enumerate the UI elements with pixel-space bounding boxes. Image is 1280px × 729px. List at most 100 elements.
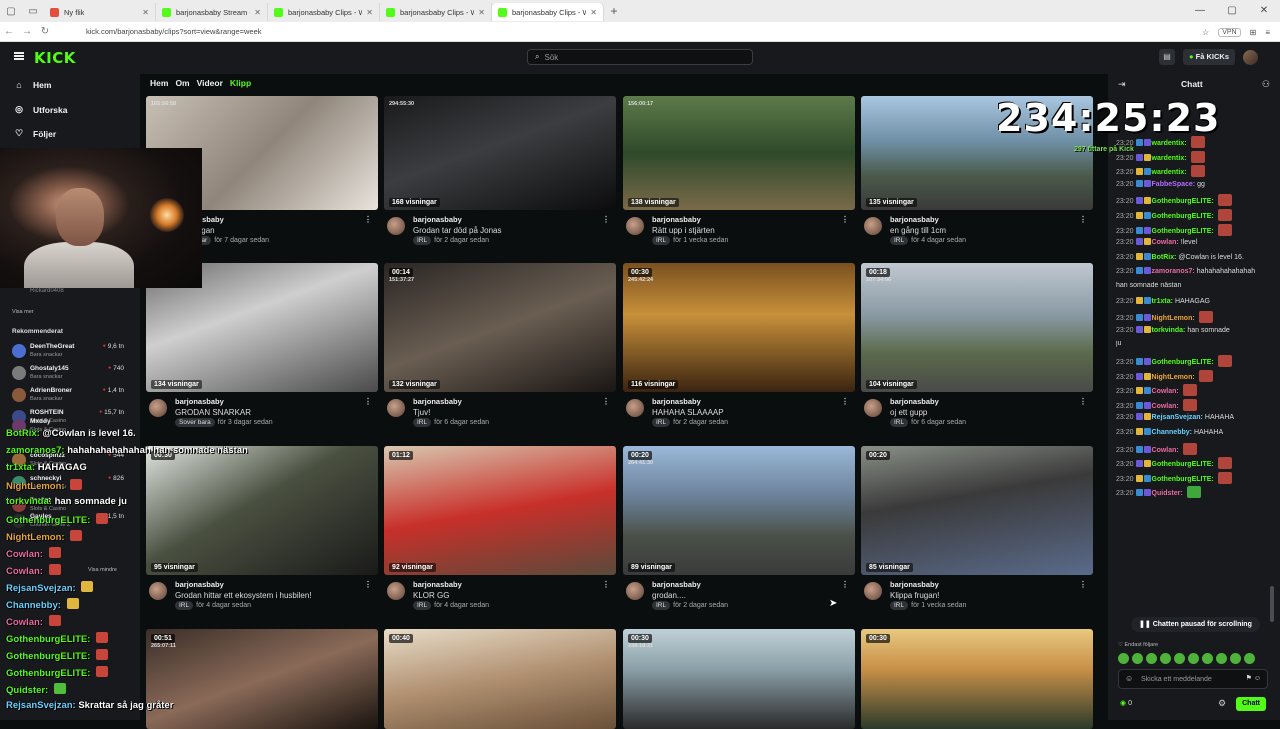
chat-message[interactable]: 23:20 Channebby: HAHAHA [1116,428,1266,436]
clip-thumbnail[interactable]: 00:30 238:18:21 [623,629,855,729]
chat-message[interactable]: 23:20 Cowlan: [1116,443,1266,455]
chat-message[interactable]: 23:20 tr1xta: HAHAGAG [1116,297,1266,305]
tab-about[interactable]: Om [175,78,189,88]
category-tag[interactable]: IRL [890,236,909,245]
recommended-channel[interactable]: Ghostaly145 Bara snackar 740 [12,365,124,385]
more-options-icon[interactable]: ⋮ [1079,580,1087,589]
chat-message[interactable]: 23:20 GothenburgELITE: [1116,209,1266,221]
menu-icon[interactable]: ≡ [1265,28,1270,37]
channel-avatar[interactable] [149,399,167,417]
emote-icon[interactable] [1202,653,1213,664]
more-options-icon[interactable]: ⋮ [1079,215,1087,224]
channel-avatar[interactable] [626,217,644,235]
category-tag[interactable]: IRL [413,601,432,610]
chat-message[interactable]: 23:20 wardentix: [1116,151,1266,163]
chat-username[interactable]: RejsanSvejzan: [1152,414,1203,421]
browser-tab[interactable]: Ny flik ✕ [44,3,156,21]
user-avatar[interactable] [1243,49,1258,65]
get-kicks-button[interactable]: ● Få KICKs [1183,49,1235,65]
chat-username[interactable]: wardentix: [1152,155,1187,162]
close-tab-icon[interactable]: ✕ [254,8,261,17]
chat-username[interactable]: GothenburgELITE: [1152,476,1214,483]
chat-username[interactable]: wardentix: [1152,140,1187,147]
chat-username[interactable]: torkvinda: [1152,327,1186,334]
category-tag[interactable]: IRL [652,236,671,245]
clip-thumbnail[interactable]: 00:14 151:37:27 132 visningar [384,263,616,392]
recommended-channel[interactable]: AdrienBroner Bara snackar 1,4 tn [12,387,124,407]
clip-thumbnail[interactable]: 00:30 245:42:24 116 visningar [623,263,855,392]
clip-card[interactable]: 134 visningar barjonasbaby GRODAN SNARKAR S… [146,263,378,433]
channel-avatar[interactable] [864,582,882,600]
clip-title[interactable]: Klippa frugan! [890,591,939,600]
chat-username[interactable]: FabbeSpace: [1152,181,1196,188]
more-options-icon[interactable]: ⋮ [841,397,849,406]
channel-avatar[interactable] [626,399,644,417]
recommended-channel[interactable]: DeenTheGreat Bara snackar 9,6 tn [12,343,124,363]
chat-message[interactable]: 23:20 GothenburgELITE: [1116,472,1266,484]
clip-title[interactable]: grodan.... [652,591,686,600]
clip-title[interactable]: Tjuv! [413,408,430,417]
browser-tab[interactable]: barjonasbaby Clips - Watch Live ✕ [492,3,604,21]
chat-message[interactable]: 23:20 GothenburgELITE: [1116,457,1266,469]
back-icon[interactable]: ← [0,26,18,37]
sidebar-item-home[interactable]: ⌂ Hem [14,80,51,90]
maximize-icon[interactable]: ▢ [1216,0,1248,22]
emote-icon[interactable] [1230,653,1241,664]
search-input[interactable]: ⌕ Sök [527,49,753,65]
clip-channel[interactable]: barjonasbaby [652,215,701,224]
chat-message[interactable]: 23:20 NightLemon: [1116,311,1266,323]
chat-username[interactable]: GothenburgELITE: [1152,359,1214,366]
vpn-badge[interactable]: VPN [1218,27,1241,37]
bookmark-icon[interactable]: ☆ [1202,28,1209,37]
more-options-icon[interactable]: ⋮ [841,215,849,224]
chat-message[interactable]: 23:20 Cowlan: !level [1116,238,1266,246]
forward-icon[interactable]: → [18,26,36,37]
tab-videos[interactable]: Videor [197,78,223,88]
emote-icon[interactable] [1146,653,1157,664]
chat-message[interactable]: 23:20 FabbeSpace: gg [1116,180,1266,188]
clip-thumbnail[interactable]: 00:40 [384,629,616,729]
clip-title[interactable]: HAHAHA SLAAAAP [652,408,724,417]
chat-message[interactable]: 23:20 torkvinda: han somnade [1116,326,1266,334]
category-tag[interactable]: Sover bara [175,418,215,427]
sidebar-item-explore[interactable]: ◎ Utforska [14,104,67,115]
emote-icon[interactable] [1216,653,1227,664]
more-options-icon[interactable]: ⋮ [602,397,610,406]
chat-username[interactable]: Channebby: [1152,429,1192,436]
clip-card[interactable]: 00:18 107:34:06 104 visningar barjonasbaby o… [861,263,1093,433]
clip-channel[interactable]: barjonasbaby [890,580,939,589]
chat-message[interactable]: 23:20 wardentix: [1116,165,1266,177]
clip-thumbnail[interactable]: 00:20 85 visningar [861,446,1093,575]
reload-icon[interactable]: ↻ [36,26,54,37]
gear-icon[interactable]: ⚙ [1218,698,1226,709]
chat-message-input[interactable]: ☺ Skicka ett meddelande ⚑ ☺ [1118,669,1268,689]
chat-username[interactable]: wardentix: [1152,169,1187,176]
close-window-icon[interactable]: ✕ [1248,0,1280,22]
channel-avatar[interactable] [864,217,882,235]
chat-username[interactable]: Cowlan: [1152,388,1179,395]
emote-icon[interactable] [1188,653,1199,664]
more-options-icon[interactable]: ⋮ [364,580,372,589]
chat-username[interactable]: Quidster: [1152,490,1183,497]
chat-message[interactable]: 23:20 RejsanSvejzan: HAHAHA [1116,413,1266,421]
clip-card[interactable]: 00:40 [384,629,616,729]
chat-message[interactable]: 23:20 NightLemon: [1116,370,1266,382]
emote-icon[interactable] [1132,653,1143,664]
category-tag[interactable]: IRL [890,418,909,427]
more-options-icon[interactable]: ⋮ [602,215,610,224]
chat-message[interactable]: ju [1116,340,1266,347]
category-tag[interactable]: IRL [413,236,432,245]
browser-tab[interactable]: barjonasbaby Stream - Watch Live ✕ [156,3,268,21]
chat-username[interactable]: Cowlan: [1152,403,1179,410]
more-options-icon[interactable]: ⋮ [364,397,372,406]
chat-username[interactable]: NightLemon: [1152,374,1195,381]
channel-avatar[interactable] [864,399,882,417]
category-tag[interactable]: IRL [652,418,671,427]
kick-logo[interactable]: KICK [34,49,76,67]
emote-icon[interactable] [1244,653,1255,664]
chat-username[interactable]: GothenburgELITE: [1152,198,1214,205]
send-chat-button[interactable]: Chatt [1236,697,1266,711]
category-tag[interactable]: IRL [652,601,671,610]
emoji-icon[interactable]: ☺ [1125,674,1133,683]
clip-channel[interactable]: barjonasbaby [652,580,701,589]
